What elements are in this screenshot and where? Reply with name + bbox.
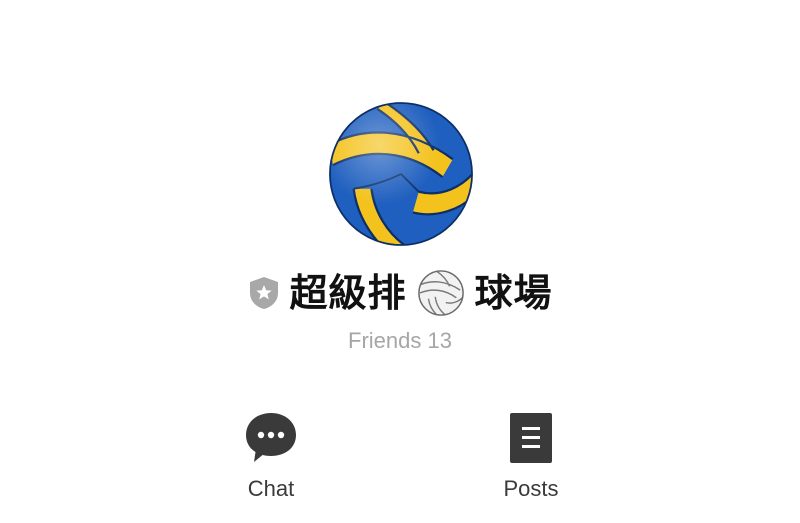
profile-name-prefix: 超級排 (289, 271, 407, 315)
volleyball-icon (329, 102, 473, 246)
profile-name-suffix: 球場 (474, 271, 553, 315)
verified-shield-icon (250, 277, 279, 309)
posts-button[interactable]: Posts (471, 410, 591, 502)
profile-avatar[interactable] (327, 100, 475, 248)
chat-bubble-icon (246, 413, 296, 462)
volleyball-emoji-icon (417, 270, 464, 316)
posts-label: Posts (503, 476, 559, 501)
friends-count[interactable]: Friends 13 (0, 328, 800, 354)
posts-document-icon (510, 413, 552, 463)
chat-button[interactable]: Chat (211, 410, 331, 502)
profile-page: 超級排 球場 Friends 13 Chat Posts (0, 0, 800, 523)
profile-name: 超級排 球場 (0, 264, 800, 322)
chat-label: Chat (247, 476, 295, 501)
